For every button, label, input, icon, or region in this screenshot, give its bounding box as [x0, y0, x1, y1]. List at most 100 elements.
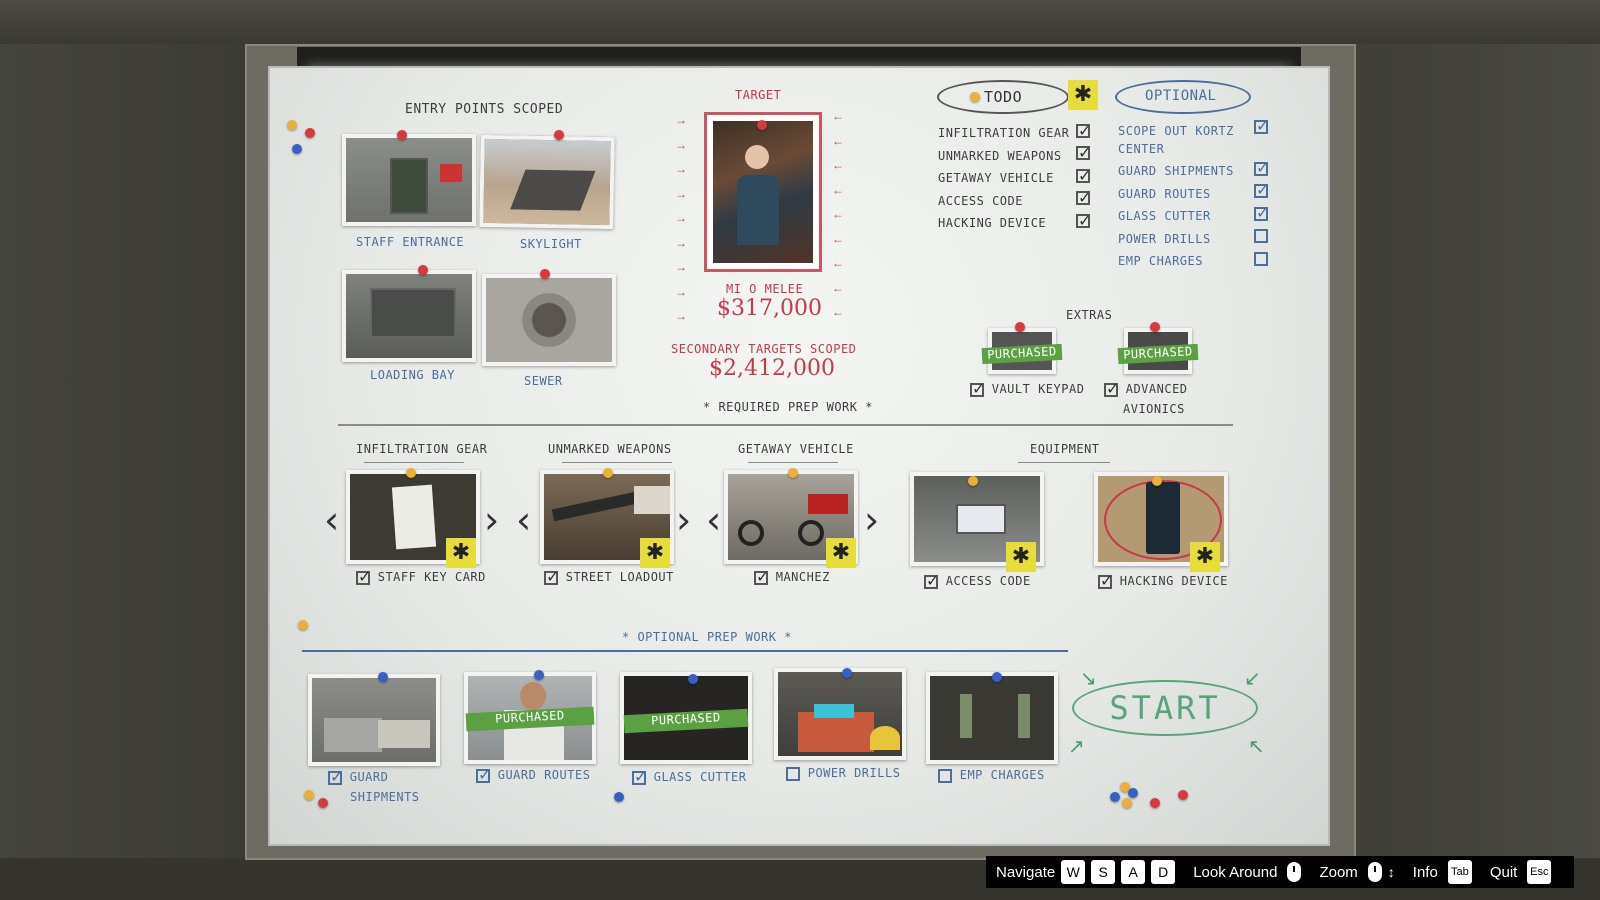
key-w: W — [1061, 860, 1086, 884]
start-arrow-icon: ↖ — [1248, 736, 1265, 758]
todo-checks — [1076, 120, 1091, 233]
pin — [1150, 322, 1160, 332]
divider — [302, 650, 1068, 652]
target-frame[interactable] — [704, 112, 822, 272]
optional-photo-power-drills[interactable] — [774, 668, 906, 760]
checkbox — [328, 767, 344, 786]
entry-photo-skylight[interactable] — [479, 134, 615, 230]
checkbox — [924, 571, 940, 590]
pin — [534, 670, 544, 680]
checkbox — [476, 765, 492, 784]
divider — [338, 424, 1233, 426]
key-a: A — [1121, 860, 1146, 884]
optional-photo-guard-shipments[interactable] — [308, 674, 440, 766]
pin — [418, 265, 428, 275]
optional-checks — [1254, 116, 1269, 273]
pin — [1110, 792, 1120, 802]
entry-photo-sewer[interactable] — [482, 274, 616, 366]
pin — [540, 269, 550, 279]
planning-board: ENTRY POINTS SCOPED STAFF ENTRANCE SKYLI… — [268, 66, 1330, 846]
hud-quit-label: Quit — [1489, 863, 1518, 881]
secondary-targets-title: SECONDARY TARGETS SCOPED — [671, 342, 857, 356]
pin — [992, 672, 1002, 682]
prev-arrow-icon[interactable]: ‹ — [324, 498, 339, 542]
star-icon: ✱ — [1190, 542, 1220, 572]
entry-photo-staff-entrance[interactable] — [342, 134, 476, 226]
pin — [842, 668, 852, 678]
pin — [554, 130, 564, 140]
wall-right — [1356, 44, 1600, 900]
star-icon: ✱ — [1068, 80, 1098, 110]
wall-top — [0, 0, 1600, 44]
start-arrow-icon: ↗ — [1068, 736, 1085, 758]
prev-arrow-icon[interactable]: ‹ — [516, 498, 531, 542]
next-arrow-icon[interactable]: › — [484, 498, 499, 542]
checkbox — [1254, 203, 1269, 222]
target-title: TARGET — [735, 88, 782, 102]
extras-item: VAULT KEYPAD — [970, 379, 1084, 398]
optional-prep-title: * OPTIONAL PREP WORK * — [622, 630, 792, 644]
checkbox — [1076, 187, 1091, 210]
entry-photo-loading-bay[interactable] — [342, 270, 476, 362]
divider — [562, 462, 672, 463]
checkbox — [356, 567, 372, 586]
checkbox — [1254, 158, 1269, 177]
key-s: S — [1091, 860, 1116, 884]
checkbox — [1254, 229, 1268, 244]
pin — [788, 468, 798, 478]
key-d: D — [1151, 860, 1176, 884]
checkbox — [1076, 210, 1091, 232]
optional-title: OPTIONAL — [1145, 88, 1217, 104]
pin — [603, 468, 613, 478]
pin — [298, 620, 308, 630]
required-prep-title: * REQUIRED PREP WORK * — [703, 400, 873, 414]
hud-navigate-label: Navigate — [996, 863, 1056, 881]
wall-left — [0, 44, 245, 900]
optional-item: GLASS CUTTER — [1118, 209, 1211, 223]
required-category: INFILTRATION GEAR — [356, 442, 488, 456]
checkbox — [1076, 165, 1091, 187]
secondary-targets-value: $2,412,000 — [709, 356, 835, 381]
checkbox — [1254, 180, 1269, 199]
mouse-icon — [1287, 862, 1302, 882]
checkbox — [1098, 571, 1114, 590]
start-arrow-icon: ↘ — [1080, 668, 1097, 690]
pin — [304, 790, 314, 800]
star-icon: ✱ — [1006, 542, 1036, 572]
next-arrow-icon[interactable]: › — [864, 498, 879, 542]
todo-item: UNMARKED WEAPONS — [938, 148, 1062, 163]
todo-list: INFILTRATION GEAR UNMARKED WEAPONS GETAW… — [938, 122, 1069, 235]
key-tab: Tab — [1447, 860, 1472, 884]
optional-item: POWER DRILLS — [1118, 231, 1211, 246]
target-value: $317,000 — [717, 296, 822, 321]
target-name: MI O MELEE — [726, 282, 804, 296]
target-arrows-right: ← ← ← ← ← ← ← ← ← — [832, 109, 844, 319]
next-arrow-icon[interactable]: › — [676, 498, 691, 542]
prev-arrow-icon[interactable]: ‹ — [706, 498, 721, 542]
required-item: STAFF KEY CARD — [356, 567, 486, 586]
pin — [1122, 798, 1132, 808]
start-button[interactable]: START — [1072, 680, 1258, 736]
checkbox — [544, 567, 560, 586]
entry-label: LOADING BAY — [370, 368, 455, 382]
entry-points-title: ENTRY POINTS SCOPED — [405, 102, 564, 117]
todo-title: TODO — [984, 88, 1023, 106]
pin — [378, 672, 388, 682]
entry-label: SKYLIGHT — [520, 237, 582, 251]
pin — [305, 128, 315, 138]
checkbox — [1104, 379, 1120, 398]
required-category: EQUIPMENT — [1030, 442, 1100, 456]
checkbox — [632, 767, 648, 786]
optional-item: GUARD ROUTES — [1118, 186, 1211, 201]
extras-item-line2: AVIONICS — [1123, 402, 1185, 416]
optional-item: EMP CHARGES — [1118, 254, 1203, 268]
optional-prep-item: GUARD ROUTES — [476, 765, 590, 784]
optional-photo-emp-charges[interactable] — [926, 672, 1058, 764]
pin — [1178, 790, 1188, 800]
pin — [397, 130, 407, 140]
todo-item: HACKING DEVICE — [938, 216, 1047, 230]
pin — [757, 120, 767, 130]
pin — [614, 792, 624, 802]
star-icon: ✱ — [826, 538, 856, 568]
pin — [406, 468, 416, 478]
